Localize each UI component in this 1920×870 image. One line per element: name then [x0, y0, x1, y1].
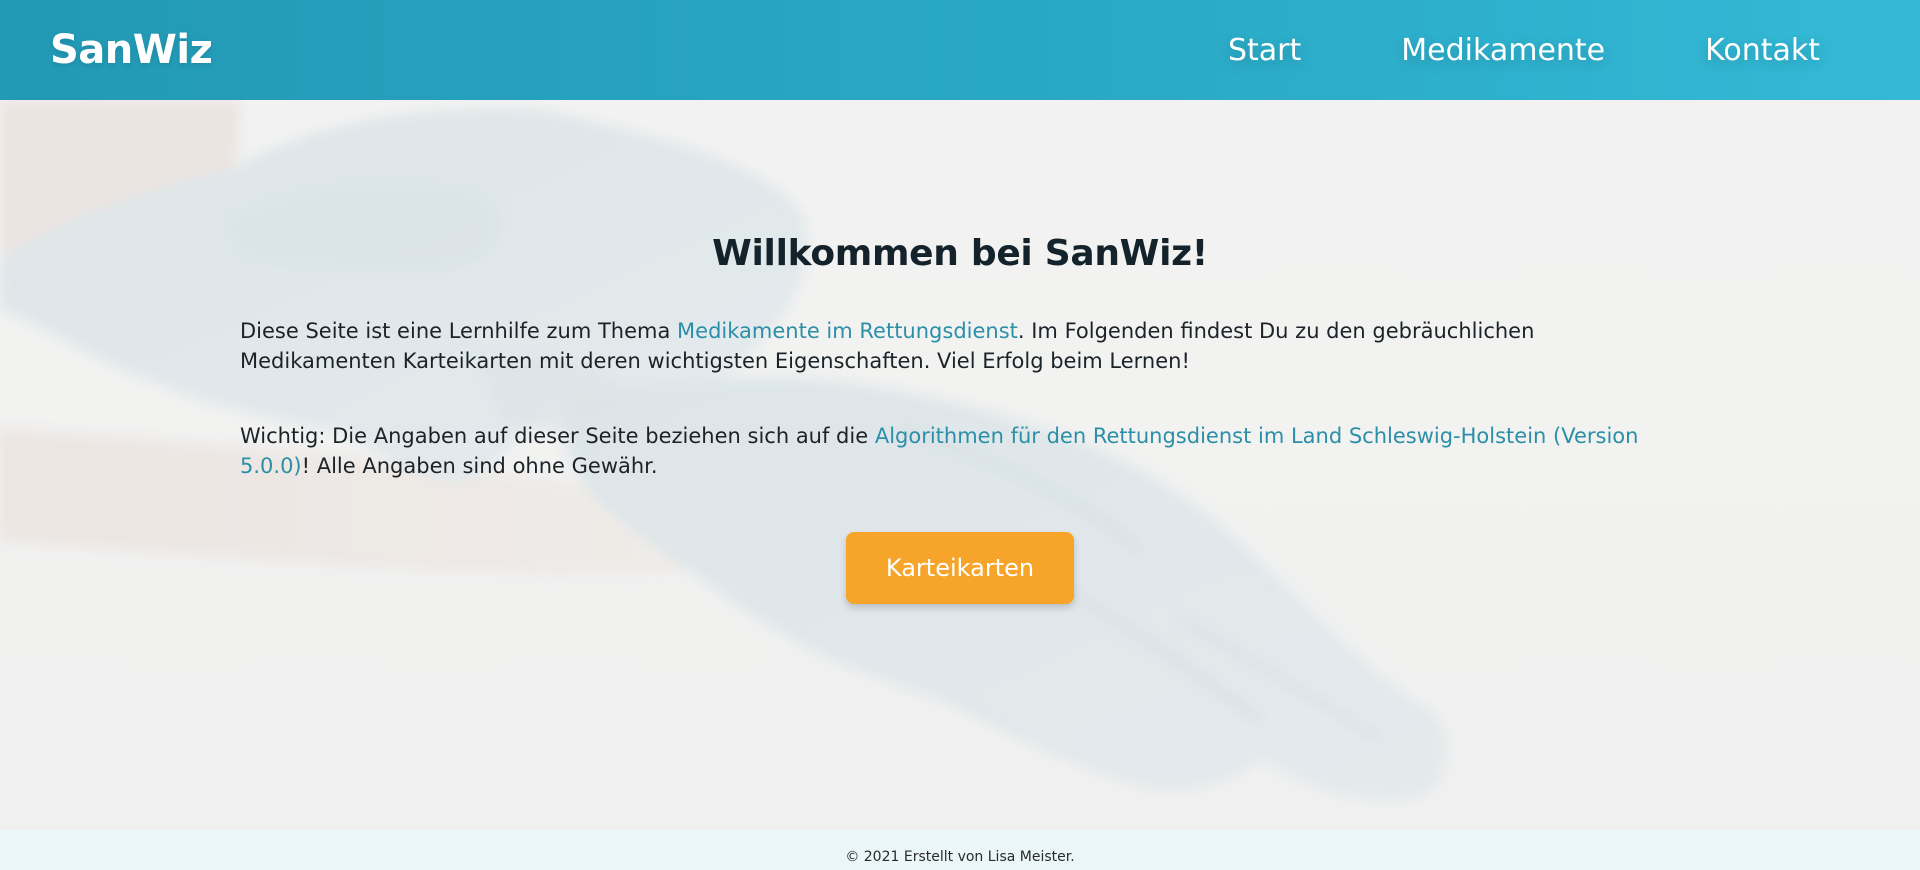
site-footer: © 2021 Erstellt von Lisa Meister. — [0, 830, 1920, 870]
intro-text-before: Diese Seite ist eine Lernhilfe zum Thema — [240, 319, 678, 343]
page: SanWiz Start Medikamente Kontakt Willkom… — [0, 0, 1920, 870]
intro-paragraph: Diese Seite ist eine Lernhilfe zum Thema… — [240, 316, 1680, 376]
site-header: SanWiz Start Medikamente Kontakt — [0, 0, 1920, 100]
notice-paragraph: Wichtig: Die Angaben auf dieser Seite be… — [240, 421, 1680, 481]
nav-item-start[interactable]: Start — [1228, 33, 1301, 68]
notice-text-before: Wichtig: Die Angaben auf dieser Seite be… — [240, 424, 875, 448]
karteikarten-button[interactable]: Karteikarten — [846, 532, 1074, 604]
footer-copyright: © 2021 Erstellt von Lisa Meister. — [845, 849, 1075, 865]
nav-item-medikamente[interactable]: Medikamente — [1401, 33, 1605, 68]
site-logo[interactable]: SanWiz — [50, 27, 213, 73]
notice-text-after: ! Alle Angaben sind ohne Gewähr. — [301, 454, 658, 478]
hero-content: Willkommen bei SanWiz! Diese Seite ist e… — [240, 100, 1680, 604]
hero-section: Willkommen bei SanWiz! Diese Seite ist e… — [0, 100, 1920, 830]
page-title: Willkommen bei SanWiz! — [712, 233, 1208, 274]
button-container: Karteikarten — [240, 532, 1680, 604]
nav-item-kontakt[interactable]: Kontakt — [1705, 33, 1820, 68]
main-nav: Start Medikamente Kontakt — [1228, 33, 1870, 68]
link-medikamente-im-rettungsdienst[interactable]: Medikamente im Rettungsdienst — [677, 319, 1018, 343]
